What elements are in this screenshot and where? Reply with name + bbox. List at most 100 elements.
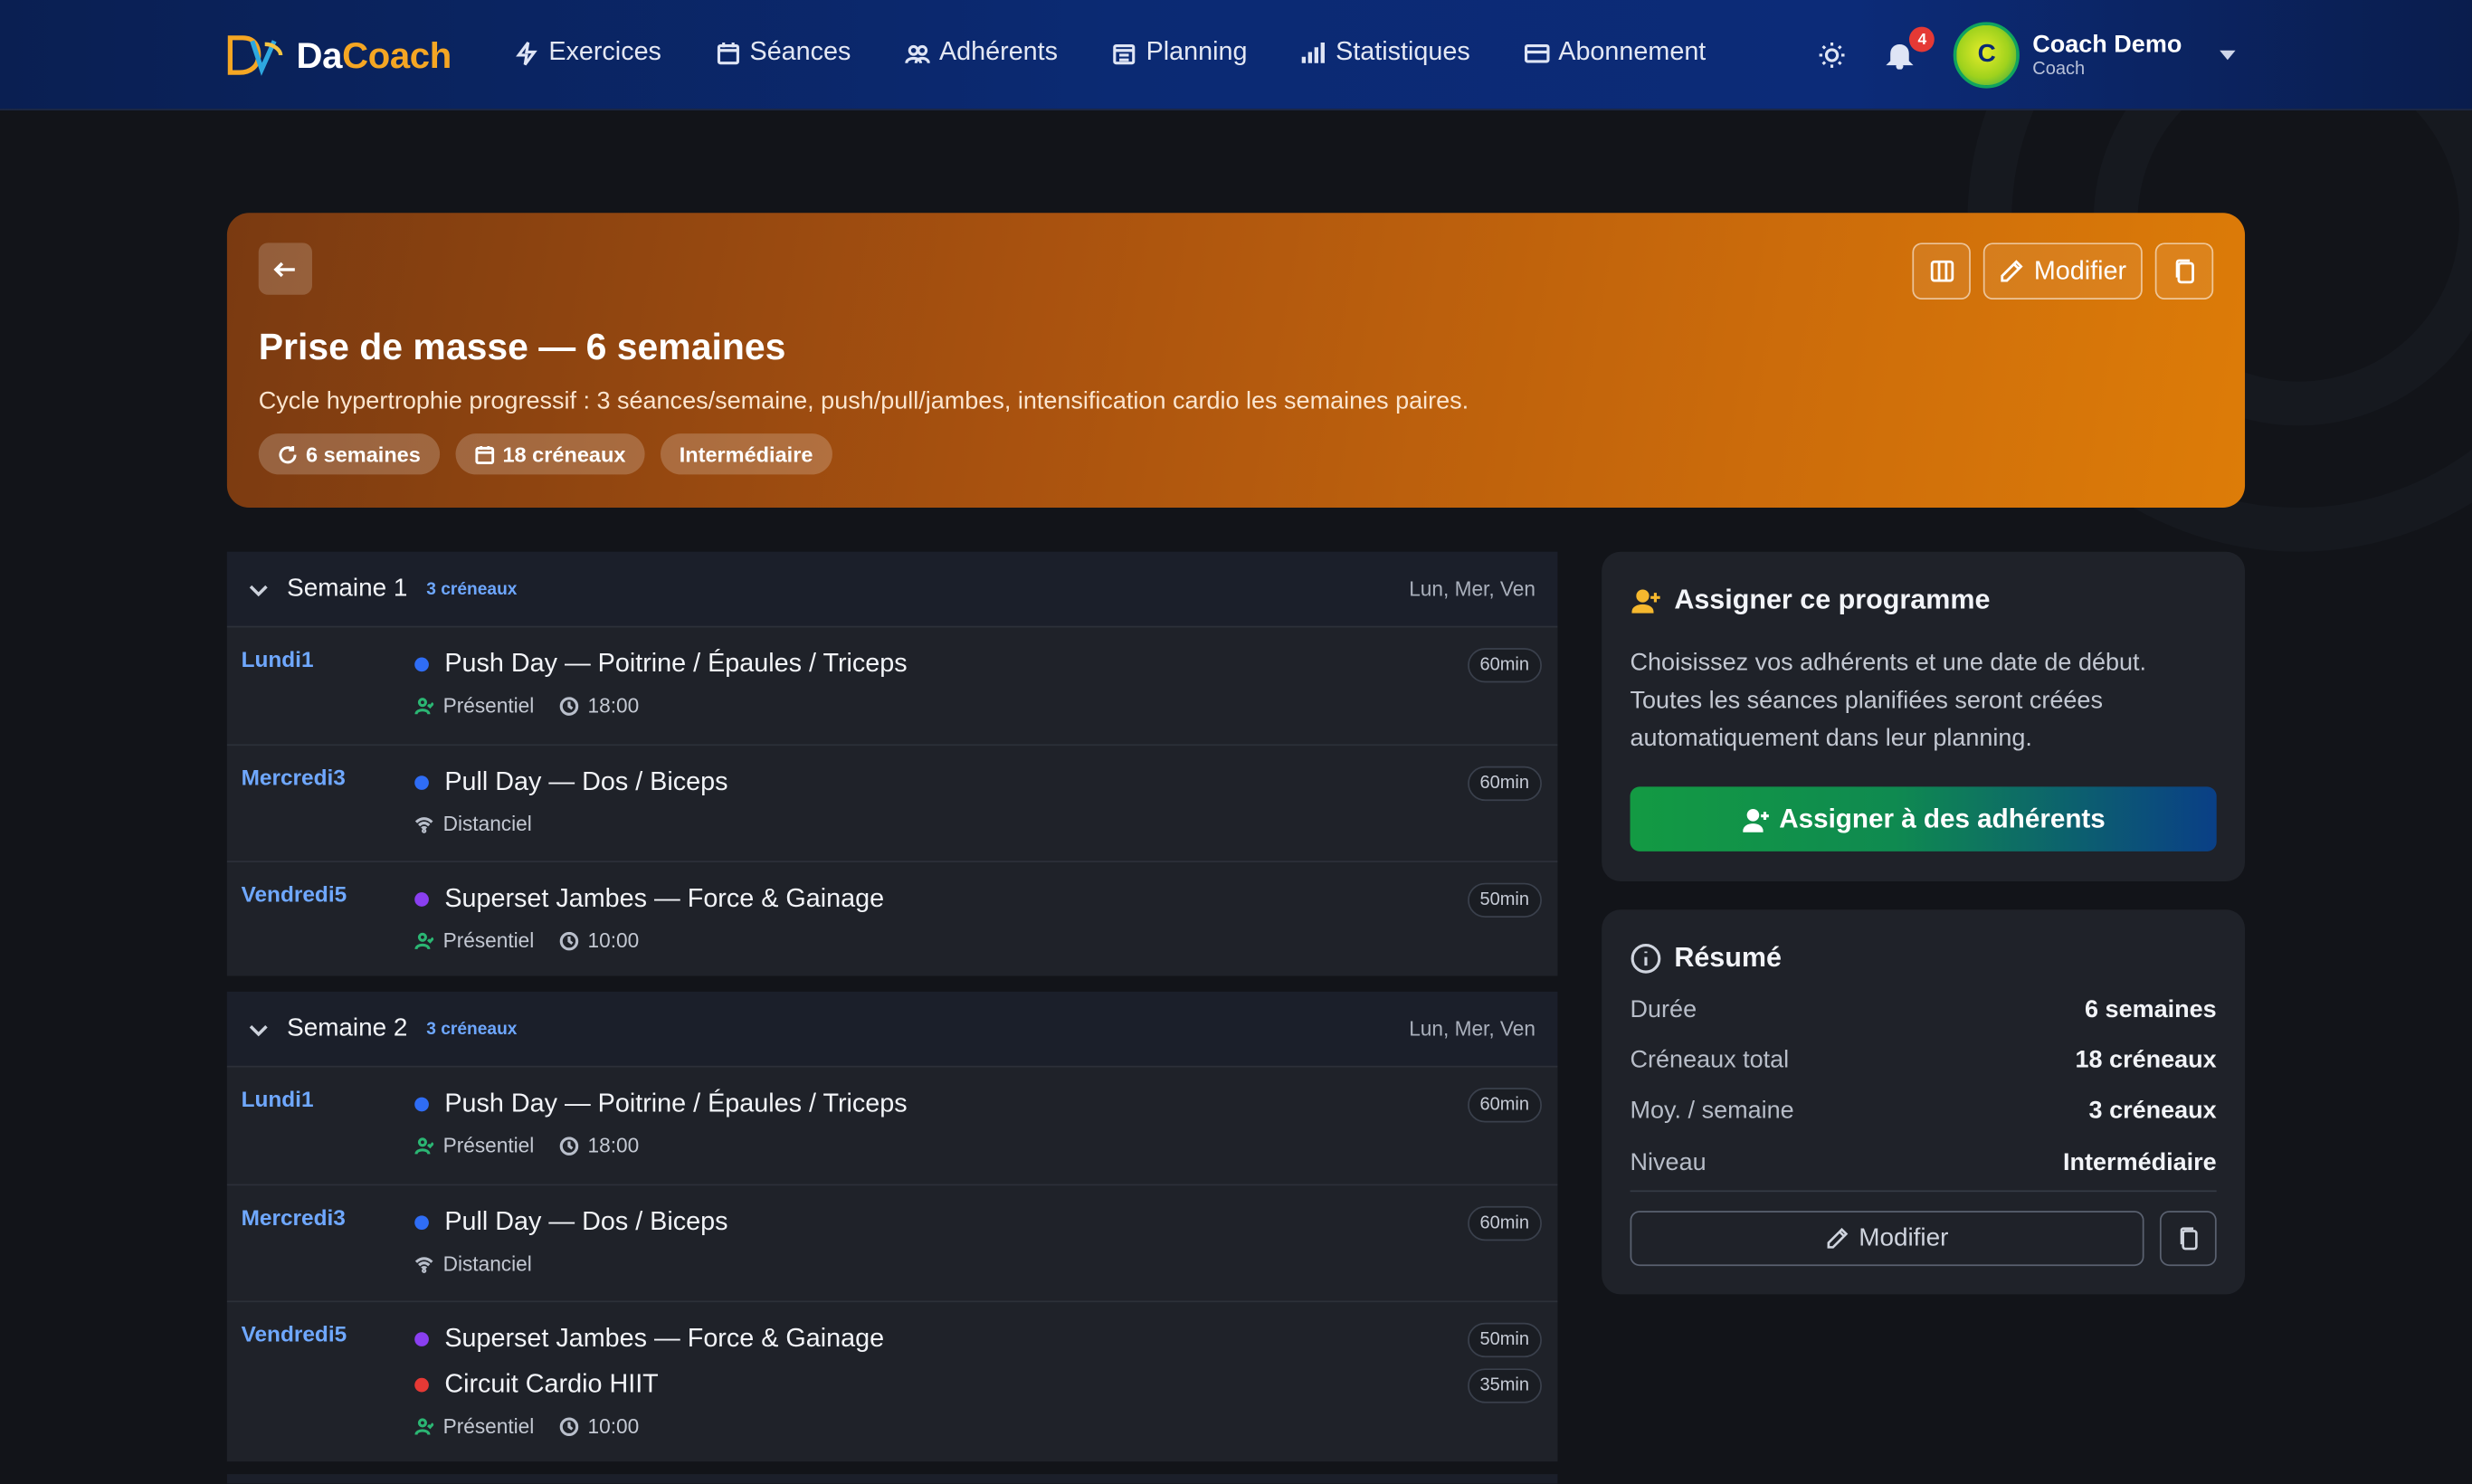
dacoach-logo-icon: [227, 35, 283, 76]
week-block-next: [226, 1474, 1558, 1484]
clock-icon: [559, 931, 578, 950]
brand[interactable]: DaCoach: [227, 32, 452, 79]
slot-row[interactable]: Lundi1 Push Day — Poitrine / Épaules / T…: [226, 625, 1558, 745]
theme-toggle-button[interactable]: [1813, 36, 1851, 74]
slot-row[interactable]: Vendredi5 Superset Jambes — Force & Gain…: [226, 861, 1558, 976]
assign-card: Assigner ce programme Choisissez vos adh…: [1602, 551, 2246, 881]
user-menu[interactable]: Coach Demo Coach: [2032, 32, 2182, 79]
slot-time: 18:00: [587, 1133, 640, 1157]
session-color-dot: [414, 1377, 429, 1393]
nav-label: Statistiques: [1336, 37, 1470, 67]
duplicate-program-button[interactable]: [2159, 1211, 2217, 1267]
assign-members-button[interactable]: Assigner à des adhérents: [1630, 786, 2217, 851]
columns-view-button[interactable]: [1912, 243, 1971, 300]
users-icon: [904, 43, 930, 63]
session-item[interactable]: Superset Jambes — Force & Gainage: [414, 1325, 884, 1355]
duplicate-program-button[interactable]: [2154, 243, 2214, 300]
week-header[interactable]: Semaine 2 3 créneaux Lun, Mer, Ven: [226, 991, 1558, 1066]
week-days: Lun, Mer, Ven: [1409, 1016, 1536, 1041]
edit-label: Modifier: [2033, 256, 2127, 285]
slot-row[interactable]: Vendredi5 Superset Jambes — Force & Gain…: [226, 1300, 1558, 1462]
week-title: Semaine 1: [287, 575, 408, 602]
nav-item-abonnement[interactable]: Abonnement: [1524, 38, 1706, 68]
nav-item-seances[interactable]: Séances: [715, 38, 851, 68]
slot-meta: Présentiel 18:00: [414, 1134, 639, 1157]
nav-item-planning[interactable]: Planning: [1111, 37, 1248, 68]
summary-row: Moy. / semaine 3 créneaux: [1631, 1098, 2217, 1126]
week-block: Semaine 2 3 créneaux Lun, Mer, Ven Lundi…: [226, 991, 1558, 1462]
nav-item-statistiques[interactable]: Statistiques: [1301, 38, 1470, 68]
wifi-icon: [414, 1256, 433, 1273]
person-check-icon: [414, 931, 434, 949]
session-name: Circuit Cardio HIIT: [444, 1370, 659, 1399]
duration-badge: 35min: [1467, 1368, 1542, 1403]
notifications-button[interactable]: 4: [1881, 26, 1935, 74]
calendar-grid-icon: [1113, 43, 1136, 64]
summary-row: Durée 6 semaines: [1631, 996, 2217, 1024]
pencil-icon: [1827, 1227, 1849, 1249]
summary-value: 3 créneaux: [2088, 1097, 2217, 1125]
week-block: Semaine 1 3 créneaux Lun, Mer, Ven Lundi…: [226, 551, 1558, 976]
chevron-down-icon: [249, 1024, 268, 1036]
session-item[interactable]: Pull Day — Dos / Biceps: [414, 768, 727, 798]
session-item[interactable]: Superset Jambes — Force & Gainage: [414, 884, 884, 914]
copy-icon: [2179, 1227, 2197, 1251]
edit-program-button[interactable]: Modifier: [1982, 243, 2143, 300]
slot-row[interactable]: Mercredi3 Pull Day — Dos / Biceps 60min …: [226, 1184, 1558, 1301]
chevron-down-icon[interactable]: [2220, 50, 2236, 61]
session-item[interactable]: Push Day — Poitrine / Épaules / Triceps: [414, 649, 908, 680]
summary-row: Niveau Intermédiaire: [1631, 1149, 2217, 1177]
card-title-text: Résumé: [1674, 941, 1782, 973]
nav-label: Planning: [1146, 37, 1248, 67]
session-color-dot: [414, 1097, 429, 1112]
duration-badge: 60min: [1467, 648, 1542, 683]
avatar[interactable]: C: [1954, 22, 2020, 89]
slot-mode: Présentiel: [442, 693, 535, 718]
session-name: Push Day — Poitrine / Épaules / Triceps: [444, 649, 908, 679]
nav-label: Exercices: [548, 37, 661, 67]
slot-mode: Présentiel: [442, 1413, 535, 1438]
info-icon: [1631, 943, 1661, 973]
session-item[interactable]: Pull Day — Dos / Biceps: [414, 1208, 727, 1238]
refresh-icon: [279, 445, 297, 463]
session-item[interactable]: Circuit Cardio HIIT: [414, 1370, 659, 1400]
notification-count-badge: 4: [1909, 26, 1935, 52]
edit-program-button[interactable]: Modifier: [1630, 1211, 2144, 1267]
summary-row: Créneaux total 18 créneaux: [1631, 1047, 2217, 1075]
pencil-icon: [2001, 260, 2023, 282]
top-navbar: DaCoach Exercices Séances Adhérents Plan…: [0, 0, 2472, 110]
chevron-down-icon: [249, 585, 268, 596]
slot-mode: Distanciel: [442, 1251, 532, 1276]
main-nav: Exercices Séances Adhérents Planning Sta…: [514, 38, 1706, 68]
nav-item-adherents[interactable]: Adhérents: [904, 38, 1058, 68]
session-item[interactable]: Push Day — Poitrine / Épaules / Triceps: [414, 1089, 908, 1119]
back-button[interactable]: [258, 243, 312, 295]
person-check-icon: [414, 1137, 434, 1154]
tag-slots: 18 créneaux: [455, 433, 645, 475]
assign-card-title: Assigner ce programme: [1631, 583, 1991, 617]
slot-time: 18:00: [587, 693, 640, 718]
tag-label: 18 créneaux: [502, 442, 626, 466]
week-slot-count: 3 créneaux: [426, 579, 518, 599]
week-header[interactable]: Semaine 1 3 créneaux Lun, Mer, Ven: [226, 551, 1558, 626]
credit-card-icon: [1524, 43, 1549, 62]
slot-row[interactable]: Lundi1 Push Day — Poitrine / Épaules / T…: [226, 1065, 1558, 1184]
summary-key: Créneaux total: [1630, 1046, 1790, 1074]
week-days: Lun, Mer, Ven: [1409, 576, 1536, 601]
slot-mode: Présentiel: [442, 928, 535, 953]
nav-item-exercices[interactable]: Exercices: [514, 38, 661, 68]
week-slot-count: 3 créneaux: [426, 1019, 518, 1039]
week-title: Semaine 2: [287, 1014, 408, 1042]
slot-row[interactable]: Mercredi3 Pull Day — Dos / Biceps 60min …: [226, 744, 1558, 861]
slot-day: Lundi1: [241, 1086, 314, 1112]
brand-name: DaCoach: [296, 33, 452, 75]
session-color-dot: [414, 892, 429, 907]
slot-meta: Présentiel 10:00: [414, 1414, 639, 1438]
edit-label: Modifier: [1859, 1223, 1949, 1251]
card-title-text: Assigner ce programme: [1674, 583, 1991, 615]
divider: [1630, 1190, 2217, 1193]
session-name: Pull Day — Dos / Biceps: [444, 1207, 728, 1236]
duration-badge: 50min: [1467, 882, 1542, 918]
duration-badge: 60min: [1467, 1088, 1542, 1123]
nav-right: 4 C Coach Demo Coach: [1813, 22, 2236, 89]
